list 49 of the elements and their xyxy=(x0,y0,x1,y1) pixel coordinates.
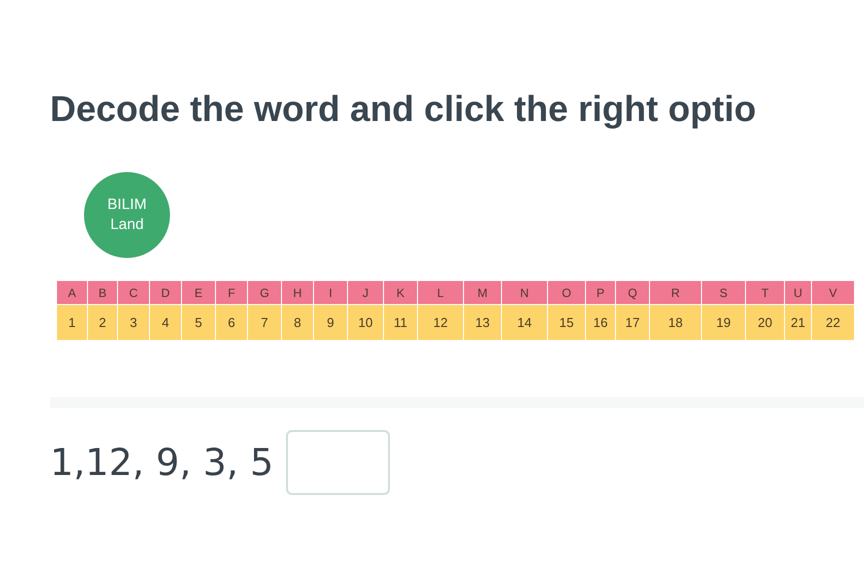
letter-cell: A xyxy=(57,281,87,304)
letter-cell: O xyxy=(548,281,585,304)
number-cell: 11 xyxy=(384,305,417,340)
logo-text: BILIM xyxy=(107,195,147,215)
letter-cell: P xyxy=(586,281,615,304)
number-cell: 20 xyxy=(746,305,784,340)
number-cell: 17 xyxy=(616,305,649,340)
letter-cell: H xyxy=(282,281,313,304)
code-text: 1,12, 9, 3, 5 xyxy=(50,441,274,484)
number-cell: 12 xyxy=(418,305,463,340)
number-cell: 21 xyxy=(785,305,811,340)
letter-cell: E xyxy=(182,281,215,304)
letter-cell: C xyxy=(118,281,149,304)
letter-cell: F xyxy=(216,281,247,304)
letter-cell: B xyxy=(88,281,117,304)
letter-cell: I xyxy=(314,281,347,304)
number-cell: 16 xyxy=(586,305,615,340)
number-cell: 22 xyxy=(812,305,854,340)
number-cell: 3 xyxy=(118,305,149,340)
letter-cell: U xyxy=(785,281,811,304)
number-cell: 2 xyxy=(88,305,117,340)
number-cell: 18 xyxy=(650,305,701,340)
letter-cell: L xyxy=(418,281,463,304)
number-cell: 7 xyxy=(248,305,281,340)
letter-cell: V xyxy=(812,281,854,304)
question-heading: Decode the word and click the right optio xyxy=(49,87,758,130)
number-cell: 14 xyxy=(502,305,547,340)
number-cell: 15 xyxy=(548,305,585,340)
letter-cell: Q xyxy=(616,281,649,304)
number-cell: 6 xyxy=(216,305,247,340)
number-cell: 13 xyxy=(464,305,501,340)
letter-cell: R xyxy=(650,281,701,304)
number-cell: 19 xyxy=(702,305,745,340)
number-cell: 8 xyxy=(282,305,313,340)
number-cell: 10 xyxy=(348,305,383,340)
number-cell: 9 xyxy=(314,305,347,340)
letter-cell: G xyxy=(248,281,281,304)
letter-cell: S xyxy=(702,281,745,304)
number-cell: 5 xyxy=(182,305,215,340)
logo-text: Land xyxy=(110,215,144,235)
number-cell: 4 xyxy=(150,305,181,340)
number-cell: 1 xyxy=(57,305,87,340)
answer-field[interactable] xyxy=(286,430,390,495)
letter-cell: M xyxy=(464,281,501,304)
letter-cell: K xyxy=(384,281,417,304)
letter-cell: J xyxy=(348,281,383,304)
letter-cell: N xyxy=(502,281,547,304)
letter-cell: D xyxy=(150,281,181,304)
letter-cell: T xyxy=(746,281,784,304)
